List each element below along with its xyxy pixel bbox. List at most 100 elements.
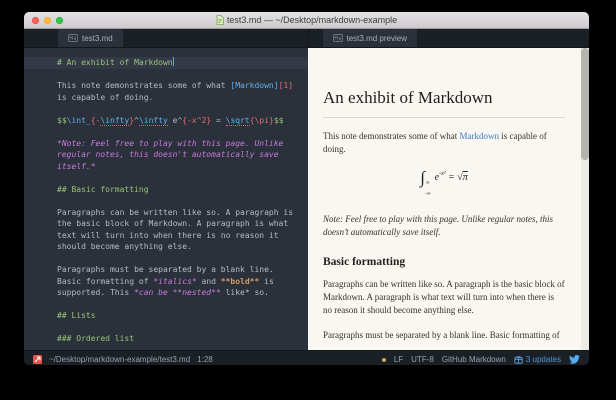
preview-text: This note demonstrates some of what: [323, 131, 459, 141]
editor-line[interactable]: # An exhibit of Markdown: [24, 57, 308, 69]
code-segment: *can be **nested**: [134, 288, 221, 297]
tab-label: test3.md: [82, 34, 113, 43]
preview-paragraph: Paragraphs can be written like so. A par…: [323, 278, 565, 317]
document-icon: [216, 15, 224, 25]
editor-line[interactable]: the basic block of Markdown. A paragraph…: [24, 218, 308, 230]
preview-tabstrip: test3.md preview: [308, 29, 590, 47]
tab-test3-md-preview[interactable]: test3.md preview: [323, 29, 417, 47]
integral-limits: ∞-∞: [425, 180, 431, 197]
editor-line[interactable]: should become anything else.: [24, 241, 308, 253]
editor-lines: # An exhibit of Markdown This note demon…: [24, 57, 308, 345]
markdown-file-icon: [68, 34, 78, 42]
code-segment: [Markdown]: [230, 81, 278, 90]
code-segment: e^: [168, 116, 182, 125]
code-segment: \int_: [67, 116, 91, 125]
editor-line[interactable]: Basic formatting of *italics* and **bold…: [24, 276, 308, 288]
twitter-icon[interactable]: [569, 355, 580, 364]
zoom-button[interactable]: [56, 17, 63, 24]
status-encoding[interactable]: UTF-8: [411, 355, 434, 364]
preview-text: Note: Feel free to play with this page. …: [323, 214, 553, 237]
editor-line[interactable]: text will turn into when there is no rea…: [24, 230, 308, 242]
code-segment: should become anything else.: [57, 242, 192, 251]
rendered-formula: ∫∞-∞e-x² = √π: [323, 168, 565, 197]
code-segment: Paragraphs can be written like so. A par…: [57, 208, 293, 217]
code-segment: Paragraphs must be separated by a blank …: [57, 265, 274, 274]
code-segment: This note demonstrates some of what: [57, 81, 230, 90]
tab-label: test3.md preview: [347, 34, 407, 43]
minimize-button[interactable]: [44, 17, 51, 24]
code-segment: is capable of doing.: [57, 93, 153, 102]
preview-heading: An exhibit of Markdown: [323, 88, 565, 108]
code-segment: Basic formatting of: [57, 277, 153, 286]
preview-paragraph: Paragraphs must be separated by a blank …: [323, 329, 565, 342]
preview-heading: Basic formatting: [323, 256, 565, 268]
preview-paragraph: Note: Feel free to play with this page. …: [323, 213, 565, 239]
editor-line[interactable]: [24, 126, 308, 138]
package-icon: [514, 355, 523, 364]
window-title: test3.md — ~/Desktop/markdown-example: [227, 15, 397, 25]
status-line-ending[interactable]: LF: [394, 355, 403, 364]
code-segment: is: [259, 277, 273, 286]
traffic-lights: [32, 17, 63, 24]
atom-window: test3.md — ~/Desktop/markdown-example te…: [24, 12, 589, 365]
code-segment: {-x^2}: [182, 116, 211, 125]
editor-line[interactable]: [24, 299, 308, 311]
editor-line[interactable]: [24, 172, 308, 184]
preview-scrollbar: [581, 48, 589, 350]
preview-divider: [323, 117, 565, 118]
editor-line[interactable]: [24, 253, 308, 265]
editor-line[interactable]: supported. This *can be **nested** like*…: [24, 287, 308, 299]
editor-line[interactable]: itself.*: [24, 161, 308, 173]
tab-test3-md[interactable]: test3.md: [58, 29, 123, 47]
editor-line[interactable]: This note demonstrates some of what [Mar…: [24, 80, 308, 92]
code-segment: $$: [274, 116, 284, 125]
code-segment: \sqrt: [226, 116, 250, 126]
editor-line[interactable]: Paragraphs must be separated by a blank …: [24, 264, 308, 276]
editor-line[interactable]: [24, 103, 308, 115]
status-grammar[interactable]: GitHub Markdown: [442, 355, 506, 364]
text-cursor: [173, 57, 174, 66]
code-segment: $$: [57, 116, 67, 125]
editor-line[interactable]: [24, 322, 308, 334]
status-updates[interactable]: 3 updates: [514, 355, 561, 364]
editor-line[interactable]: [24, 69, 308, 81]
markdown-preview-pane: An exhibit of Markdown This note demonstr…: [308, 48, 589, 350]
code-segment: regular notes, this doesn't automaticall…: [57, 150, 279, 159]
scrollbar-thumb[interactable]: [581, 48, 589, 160]
code-segment: [1]: [279, 81, 293, 90]
editor-line[interactable]: *Note: Feel free to play with this page.…: [24, 138, 308, 150]
editor-line[interactable]: Paragraphs can be written like so. A par…: [24, 207, 308, 219]
status-bar: ~/Desktop/markdown-example/test3.md 1:28…: [24, 350, 589, 365]
status-cursor-position[interactable]: 1:28: [197, 355, 213, 364]
code-segment: **bold**: [221, 277, 260, 286]
editor-line[interactable]: is capable of doing.: [24, 92, 308, 104]
status-file-path[interactable]: ~/Desktop/markdown-example/test3.md: [49, 355, 190, 364]
editor-pane[interactable]: # An exhibit of Markdown This note demon…: [24, 48, 308, 350]
preview-text: Paragraphs can be written like so. A par…: [323, 279, 565, 315]
editor-line[interactable]: ## Basic formatting: [24, 184, 308, 196]
formula-exponent: -x²: [439, 171, 445, 177]
code-segment: supported. This: [57, 288, 134, 297]
preview-text: An exhibit of Markdown: [323, 88, 493, 107]
titlebar: test3.md — ~/Desktop/markdown-example: [24, 12, 589, 29]
window-title-area: test3.md — ~/Desktop/markdown-example: [24, 12, 589, 28]
radicand: π: [463, 172, 468, 183]
editor-line[interactable]: ## Lists: [24, 310, 308, 322]
close-button[interactable]: [32, 17, 39, 24]
editor-line[interactable]: ### Ordered list: [24, 333, 308, 345]
code-segment: \infty: [139, 116, 168, 126]
preview-text: Basic formatting: [323, 256, 405, 268]
status-dot-icon: [382, 358, 386, 362]
code-segment: \infty: [100, 116, 129, 126]
code-segment: the basic block of Markdown. A paragraph…: [57, 219, 288, 228]
editor-line[interactable]: [24, 195, 308, 207]
code-segment: =: [211, 116, 225, 125]
updates-label: 3 updates: [526, 355, 561, 364]
editor-line[interactable]: $$\int_{-\infty}^\infty e^{-x^2} = \sqrt…: [24, 115, 308, 127]
editor-line[interactable]: regular notes, this doesn't automaticall…: [24, 149, 308, 161]
markdown-preview-icon: [333, 34, 343, 42]
editor-split-view: # An exhibit of Markdown This note demon…: [24, 48, 589, 350]
markdown-link[interactable]: Markdown: [459, 131, 499, 141]
code-segment: {\pi}: [250, 116, 274, 125]
code-segment: *italics*: [153, 277, 196, 286]
